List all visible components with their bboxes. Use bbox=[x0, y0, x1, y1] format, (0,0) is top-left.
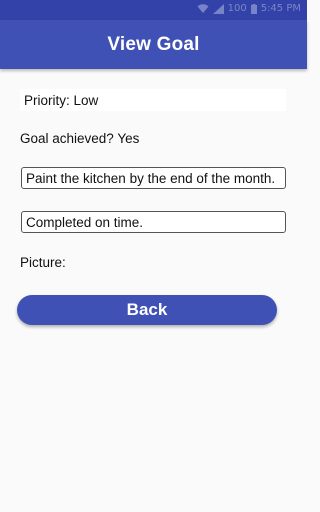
battery-level: 100 bbox=[227, 3, 247, 14]
status-time: 5:45 PM bbox=[260, 3, 301, 14]
battery-icon bbox=[250, 3, 257, 14]
goal-description-field[interactable] bbox=[21, 167, 286, 189]
status-icons: 100 5:45 PM bbox=[197, 3, 301, 14]
app-bar: View Goal bbox=[0, 20, 307, 69]
wifi-icon bbox=[197, 3, 209, 13]
status-bar: 100 5:45 PM bbox=[0, 0, 307, 20]
priority-display: Priority: Low bbox=[20, 89, 286, 111]
page-title: View Goal bbox=[107, 33, 200, 55]
priority-text: Priority: Low bbox=[24, 92, 99, 108]
back-button[interactable]: Back bbox=[17, 295, 277, 325]
signal-icon bbox=[212, 3, 224, 14]
goal-achieved-label: Goal achieved? Yes bbox=[20, 131, 140, 146]
picture-label: Picture: bbox=[20, 255, 66, 270]
goal-notes-field[interactable] bbox=[21, 211, 286, 233]
